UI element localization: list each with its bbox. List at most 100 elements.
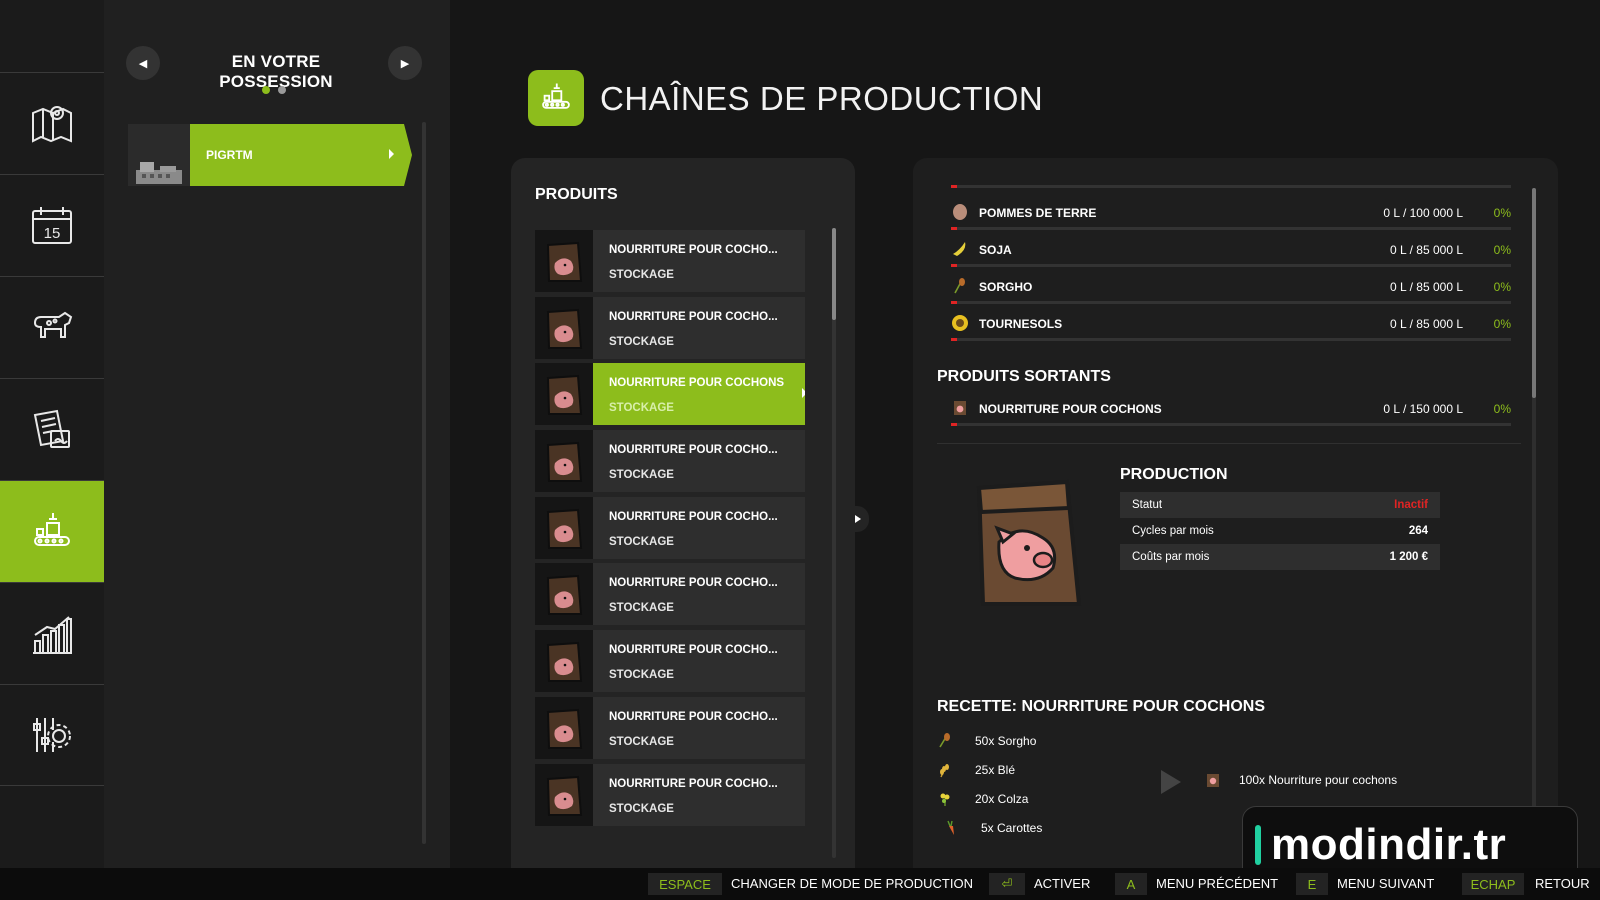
product-name: NOURRITURE POUR COCHO... <box>609 310 778 323</box>
pig-food-bag-icon <box>535 296 593 359</box>
owned-item-name: PIGRTM <box>206 148 253 162</box>
product-mode: STOCKAGE <box>609 335 674 348</box>
recipe-input-label: 50x Sorgho <box>975 734 1037 748</box>
storage-amount: 0 L / 100 000 L <box>1383 206 1463 220</box>
hint-back[interactable]: RETOUR <box>1535 876 1590 891</box>
product-row-body: NOURRITURE POUR COCHO... STOCKAGE <box>593 630 805 693</box>
rail-item-settings[interactable] <box>0 684 104 786</box>
owned-item-pigrtm[interactable]: PIGRTM <box>128 124 412 186</box>
storage-fill-bar <box>951 227 1511 230</box>
product-row[interactable]: NOURRITURE POUR COCHONS STOCKAGE <box>535 363 805 426</box>
stat-row-costs: Coûts par mois 1 200 € <box>1120 544 1440 570</box>
stat-row-status: Statut Inactif <box>1120 492 1440 518</box>
rail-item-statistics[interactable] <box>0 582 104 684</box>
product-name: NOURRITURE POUR COCHO... <box>609 577 778 590</box>
products-scroll-thumb[interactable] <box>832 228 836 320</box>
storage-fill-bar <box>951 423 1511 426</box>
storage-row: SOJA 0 L / 85 000 L 0% <box>951 237 1511 267</box>
storage-name: TOURNESOLS <box>979 317 1063 331</box>
rail-item-contracts[interactable] <box>0 378 104 480</box>
product-row[interactable]: NOURRITURE POUR COCHO... STOCKAGE <box>535 430 805 493</box>
owned-scrollbar[interactable] <box>422 122 426 844</box>
detail-scroll-thumb[interactable] <box>1532 188 1536 398</box>
section-divider <box>937 443 1521 444</box>
hint-next-menu[interactable]: MENU SUIVANT <box>1337 876 1434 891</box>
animals-icon <box>33 311 73 338</box>
recipe-input: 5x Carottes <box>937 817 1137 839</box>
product-row[interactable]: NOURRITURE POUR COCHO... STOCKAGE <box>535 630 805 693</box>
key-space[interactable]: ESPACE <box>648 873 722 895</box>
storage-name: POMMES DE TERRE <box>979 206 1097 220</box>
page-dot-2[interactable] <box>278 86 286 94</box>
production-stats-table: Statut Inactif Cycles par mois 264 Coûts… <box>1120 492 1440 570</box>
stat-label: Statut <box>1132 499 1163 511</box>
production-icon <box>34 512 70 546</box>
pig-food-icon <box>1207 774 1219 787</box>
product-row-body: NOURRITURE POUR COCHO... STOCKAGE <box>593 563 805 626</box>
product-row-body: NOURRITURE POUR COCHO... STOCKAGE <box>593 296 805 359</box>
next-page-button[interactable]: ▶ <box>388 46 422 80</box>
pig-food-bag-icon <box>535 230 593 292</box>
product-name: NOURRITURE POUR COCHO... <box>609 510 778 523</box>
detail-scrollbar[interactable] <box>1532 188 1536 828</box>
product-mode: STOCKAGE <box>609 602 674 615</box>
storage-fill-bar <box>951 301 1511 304</box>
production-screen: 15 ◀ EN VOTRE POSSESSION ▶ PIGRTM CHAÎNE… <box>0 0 1600 900</box>
storage-fill-bar <box>951 264 1511 267</box>
main-menu-rail: 15 <box>0 0 111 868</box>
rail-item-map[interactable] <box>0 72 104 174</box>
calendar-day: 15 <box>44 225 61 242</box>
pig-food-bag-icon <box>535 763 593 826</box>
products-scrollbar[interactable] <box>832 228 836 858</box>
product-row[interactable]: NOURRITURE POUR COCHO... STOCKAGE <box>535 763 805 826</box>
pig-food-bag-icon <box>535 363 593 426</box>
product-name: NOURRITURE POUR COCHO... <box>609 777 778 790</box>
product-mode: STOCKAGE <box>609 669 674 682</box>
rail-item-animals[interactable] <box>0 276 104 378</box>
recipe-input-label: 25x Blé <box>975 763 1016 777</box>
hint-activate[interactable]: ACTIVER <box>1034 876 1090 891</box>
sorghum-icon <box>951 277 969 295</box>
storage-amount: 0 L / 85 000 L <box>1390 317 1463 331</box>
product-name: NOURRITURE POUR COCHONS <box>609 377 785 390</box>
pig-food-bag-icon <box>535 563 593 626</box>
cycles-value: 264 <box>1408 525 1428 537</box>
product-row[interactable]: NOURRITURE POUR COCHO... STOCKAGE <box>535 563 805 626</box>
key-a[interactable]: A <box>1115 873 1147 895</box>
status-value: Inactif <box>1394 499 1428 511</box>
storage-name: SOJA <box>979 243 1012 257</box>
products-title: PRODUITS <box>535 186 618 203</box>
caret-right-icon <box>802 388 805 399</box>
product-mode: STOCKAGE <box>609 402 674 415</box>
key-escape[interactable]: ECHAP <box>1462 873 1524 895</box>
factory-thumbnail <box>128 124 190 186</box>
product-row[interactable]: NOURRITURE POUR COCHO... STOCKAGE <box>535 696 805 759</box>
product-mode: STOCKAGE <box>609 802 674 815</box>
watermark-text: modindir.tr <box>1271 820 1507 869</box>
hint-change-mode[interactable]: CHANGER DE MODE DE PRODUCTION <box>731 876 973 891</box>
key-e[interactable]: E <box>1296 873 1328 895</box>
storage-row: TOURNESOLS 0 L / 85 000 L 0% <box>951 311 1511 341</box>
key-enter[interactable]: ⏎ <box>989 873 1025 895</box>
storage-percent: 0% <box>1493 243 1511 257</box>
soybean-icon <box>951 240 969 258</box>
statistics-icon <box>33 615 72 654</box>
canola-icon <box>940 793 950 806</box>
product-row[interactable]: NOURRITURE POUR COCHO... STOCKAGE <box>535 496 805 559</box>
prev-page-button[interactable]: ◀ <box>126 46 160 80</box>
page-dots <box>262 86 286 94</box>
recipe-title: RECETTE: NOURRITURE POUR COCHONS <box>937 698 1266 715</box>
recipe-output-label: 100x Nourriture pour cochons <box>1239 773 1398 787</box>
product-row-body: NOURRITURE POUR COCHO... STOCKAGE <box>593 430 805 493</box>
pig-food-bag-icon <box>535 430 593 493</box>
storage-amount: 0 L / 85 000 L <box>1390 243 1463 257</box>
page-dot-1[interactable] <box>262 86 270 94</box>
calendar-icon: 15 <box>32 206 72 244</box>
product-row[interactable]: NOURRITURE POUR COCHO... STOCKAGE <box>535 296 805 359</box>
panel-expand-arrow[interactable] <box>849 506 869 532</box>
settings-icon <box>33 718 71 752</box>
hint-previous-menu[interactable]: MENU PRÉCÉDENT <box>1156 876 1278 891</box>
product-row[interactable]: NOURRITURE POUR COCHO... STOCKAGE <box>535 230 805 292</box>
rail-item-calendar[interactable]: 15 <box>0 174 104 276</box>
rail-item-production[interactable] <box>0 480 111 582</box>
